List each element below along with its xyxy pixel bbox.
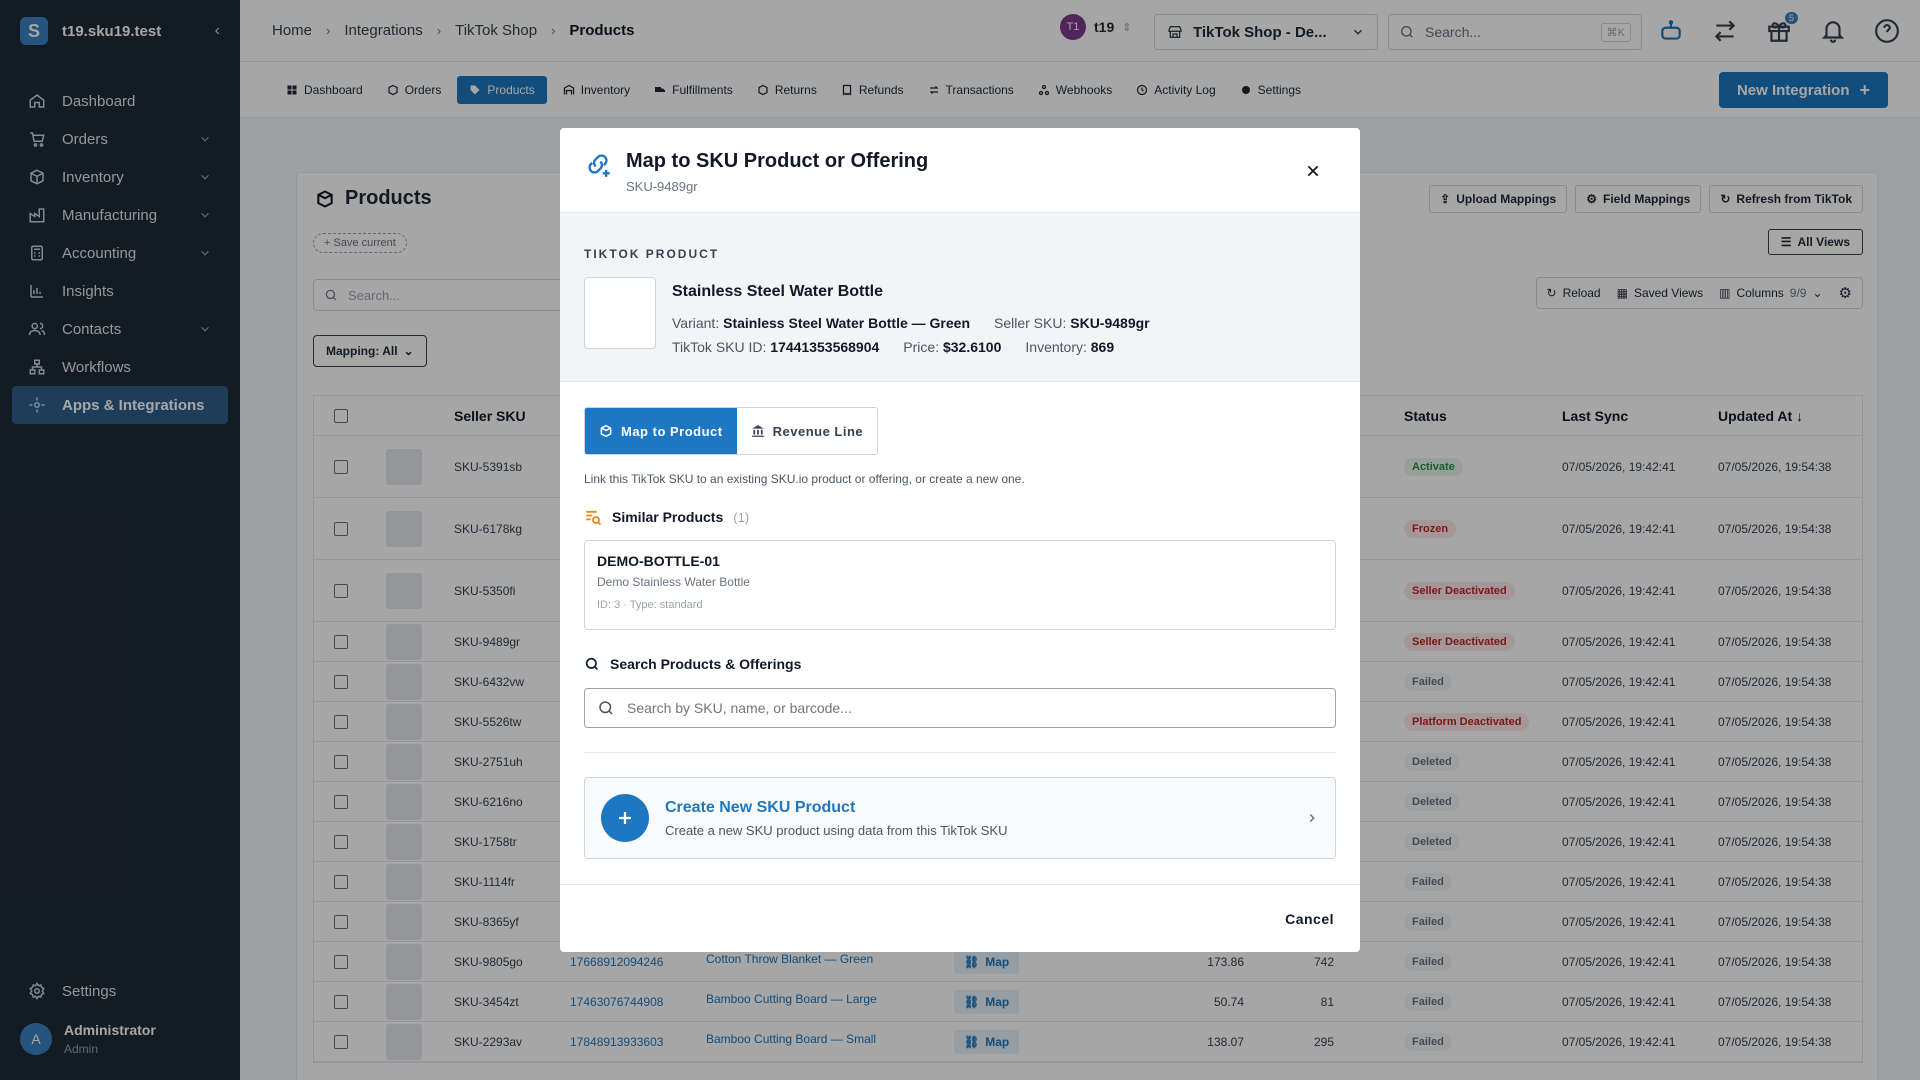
- variant-field: Variant: Stainless Steel Water Bottle — …: [672, 315, 970, 331]
- map-sku-modal: Map to SKU Product or Offering SKU-9489g…: [560, 128, 1360, 952]
- tiktok-product-section: TIKTOK PRODUCT Stainless Steel Water Bot…: [560, 212, 1360, 382]
- divider: [584, 752, 1336, 753]
- similar-product-sku: DEMO-BOTTLE-01: [597, 553, 720, 569]
- search-products-header: Search Products & Offerings: [584, 656, 801, 672]
- tiktok-product-details-line2: TikTok SKU ID: 17441353568904 Price: $32…: [672, 339, 1114, 355]
- revenue-line-label: Revenue Line: [772, 423, 864, 439]
- seller-sku-value: SKU-9489gr: [1070, 315, 1150, 331]
- modal-subtitle: SKU-9489gr: [626, 179, 698, 194]
- seller-sku-label: Seller SKU:: [994, 315, 1067, 331]
- sku-id-field: TikTok SKU ID: 17441353568904: [672, 339, 879, 355]
- price-value: $32.6100: [942, 339, 1002, 355]
- create-new-title: Create New SKU Product: [665, 798, 856, 816]
- product-image-placeholder: [584, 277, 656, 349]
- bank-icon: [751, 425, 764, 437]
- inventory-field: Inventory: 869: [1025, 339, 1114, 355]
- box-icon: [600, 424, 612, 438]
- price-label: Price:: [903, 339, 940, 355]
- modal-description: Link this TikTok SKU to an existing SKU.…: [584, 472, 1025, 486]
- link-plus-icon: [588, 154, 610, 177]
- mapping-mode-toggle: Map to Product Revenue Line: [584, 407, 879, 455]
- tiktok-product-details-line1: Variant: Stainless Steel Water Bottle — …: [672, 315, 1150, 331]
- search-products-title: Search Products & Offerings: [610, 656, 802, 672]
- map-to-product-label: Map to Product: [621, 423, 723, 439]
- search-list-icon: [586, 510, 602, 526]
- create-new-sku-product-button[interactable]: Create New SKU Product Create a new SKU …: [584, 777, 1336, 859]
- variant-value: Stainless Steel Water Bottle — Green: [723, 315, 970, 331]
- similar-products-count: (1): [733, 509, 750, 525]
- tiktok-product-name: Stainless Steel Water Bottle: [672, 283, 884, 300]
- similar-products-title: Similar Products: [612, 509, 724, 525]
- chevron-right-icon: [1309, 813, 1315, 823]
- modal-header: Map to SKU Product or Offering SKU-9489g…: [560, 128, 1360, 212]
- similar-product-card[interactable]: DEMO-BOTTLE-01 Demo Stainless Water Bott…: [584, 540, 1336, 630]
- similar-product-meta: ID: 3 · Type: standard: [597, 599, 703, 611]
- price-field: Price: $32.6100: [903, 339, 1001, 355]
- similar-products-header: Similar Products (1): [584, 508, 749, 526]
- search-icon: [599, 701, 613, 715]
- variant-label: Variant:: [672, 315, 720, 331]
- product-search-field[interactable]: [584, 688, 1336, 728]
- product-search-input[interactable]: [627, 700, 1323, 716]
- modal-title: Map to SKU Product or Offering: [626, 150, 929, 172]
- sku-id-value: 17441353568904: [770, 339, 880, 355]
- revenue-line-button[interactable]: Revenue Line: [736, 408, 878, 454]
- seller-sku-field: Seller SKU: SKU-9489gr: [994, 315, 1150, 331]
- map-to-product-button[interactable]: Map to Product: [585, 408, 737, 454]
- section-label: TIKTOK PRODUCT: [584, 247, 720, 261]
- sku-id-label: TikTok SKU ID:: [672, 339, 767, 355]
- create-new-description: Create a new SKU product using data from…: [665, 822, 1008, 838]
- inventory-value: 869: [1090, 339, 1115, 355]
- modal-footer: Cancel: [560, 884, 1360, 952]
- close-icon[interactable]: [1306, 164, 1320, 178]
- cancel-button[interactable]: Cancel: [1285, 911, 1334, 927]
- plus-icon: [619, 812, 631, 824]
- inventory-label: Inventory:: [1025, 339, 1087, 355]
- search-icon: [585, 657, 598, 670]
- plus-circle-icon: [601, 794, 649, 842]
- similar-product-name: Demo Stainless Water Bottle: [597, 575, 750, 589]
